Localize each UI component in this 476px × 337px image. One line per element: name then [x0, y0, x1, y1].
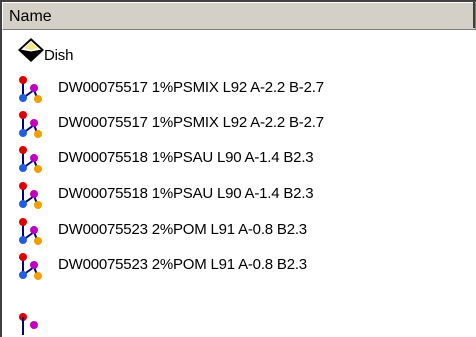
molecule-icon [19, 253, 42, 280]
list-item[interactable]: DW00075517 1%PSMIX L92 A-2.2 B-2.7 [2, 107, 476, 138]
column-header-name[interactable]: Name [2, 2, 476, 30]
dish-icon [18, 38, 44, 62]
list-item-label: DW00075517 1%PSMIX L92 A-2.2 B-2.7 [58, 79, 324, 96]
list-item[interactable]: DW00075518 1%PSAU L90 A-1.4 B2.3 [2, 178, 476, 209]
molecule-icon [19, 111, 42, 138]
column-divider[interactable] [473, 2, 475, 28]
list-item-label: DW00075523 2%POM L91 A-0.8 B2.3 [58, 256, 307, 273]
molecule-icon [19, 146, 42, 173]
list-item[interactable]: DW00075517 1%PSMIX L92 A-2.2 B-2.7 [2, 72, 476, 103]
list-item-partial[interactable] [2, 285, 476, 337]
molecule-icon [19, 76, 42, 103]
list-item-label: DW00075518 1%PSAU L90 A-1.4 B2.3 [58, 185, 314, 202]
name-list-panel: Name Dish DW00075517 1%PSMIX L92 A-2.2 B… [0, 0, 476, 337]
column-header-label: Name [9, 8, 52, 25]
list-item-label: DW00075517 1%PSMIX L92 A-2.2 B-2.7 [58, 114, 324, 131]
list-item-dish[interactable]: Dish [2, 38, 476, 71]
molecule-icon [19, 218, 42, 245]
list-item-label: DW00075523 2%POM L91 A-0.8 B2.3 [58, 221, 307, 238]
list-item[interactable]: DW00075518 1%PSAU L90 A-1.4 B2.3 [2, 142, 476, 173]
list-item[interactable]: DW00075523 2%POM L91 A-0.8 B2.3 [2, 249, 476, 280]
molecule-icon [19, 313, 38, 335]
list-item[interactable]: DW00075523 2%POM L91 A-0.8 B2.3 [2, 214, 476, 245]
list-item-label: DW00075518 1%PSAU L90 A-1.4 B2.3 [58, 149, 314, 166]
molecule-icon [19, 182, 42, 209]
list-item-label: Dish [44, 47, 74, 64]
